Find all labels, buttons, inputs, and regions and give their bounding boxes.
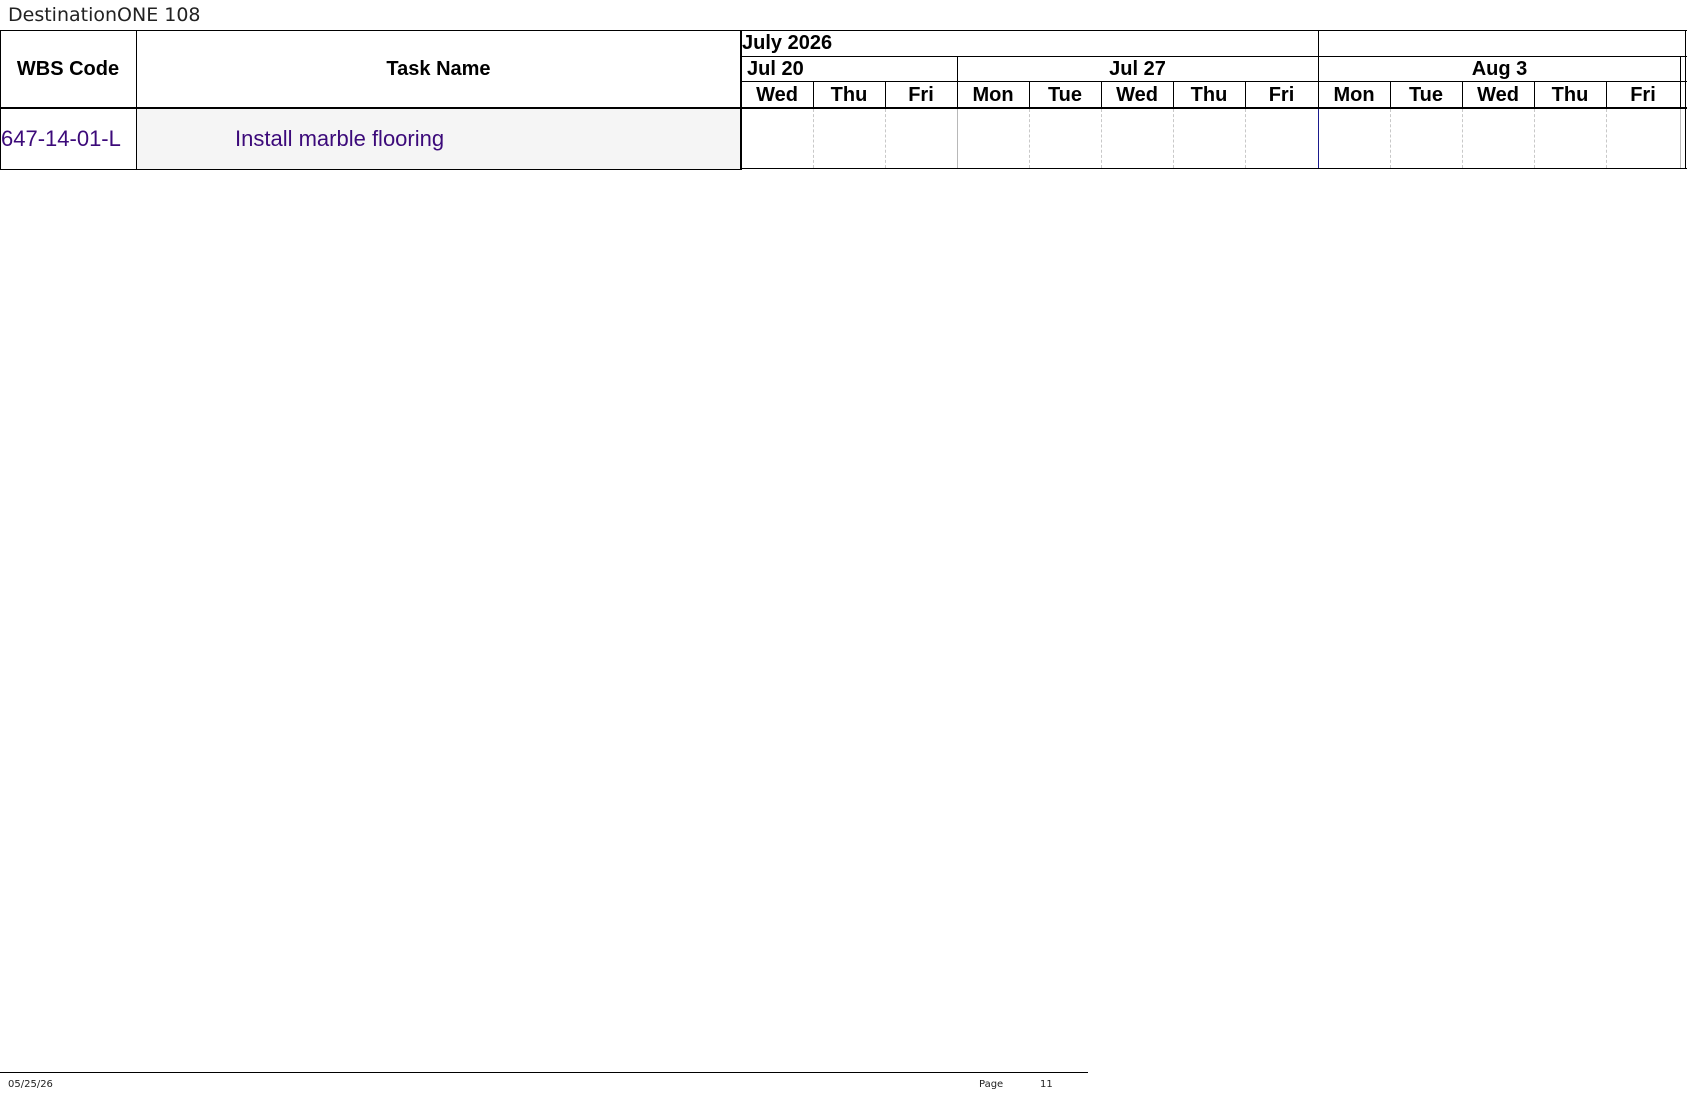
day-label: Fri <box>908 83 934 106</box>
footer-page-label: Page <box>979 1079 1004 1090</box>
chart-bottom-border <box>741 168 1687 169</box>
week-gridline <box>1318 109 1319 168</box>
chart-right-edge <box>1685 30 1686 169</box>
day-gridline <box>1173 109 1174 168</box>
day-gridline <box>1101 109 1102 168</box>
day-label: Fri <box>1630 83 1656 106</box>
day-gridline <box>1606 109 1607 168</box>
day-gridline <box>1245 109 1246 168</box>
day-header-divider <box>1534 81 1535 108</box>
week-divider-2 <box>1318 56 1319 82</box>
day-header-divider <box>1101 81 1102 108</box>
day-header-divider <box>813 81 814 108</box>
day-label: Fri <box>1268 83 1295 106</box>
left-pane-bottom-border <box>0 169 741 170</box>
day-label: Mon <box>972 83 1014 106</box>
day-gridline <box>1029 109 1030 168</box>
day-gridline <box>813 109 814 168</box>
document-title: DestinationONE 108 <box>8 4 201 26</box>
day-header-divider <box>1173 81 1174 108</box>
week-label-aug-3: Aug 3 <box>1471 57 1528 80</box>
day-header-divider <box>1606 81 1607 108</box>
day-header-divider <box>1245 81 1246 108</box>
day-gridline <box>885 109 886 168</box>
day-header-divider <box>957 81 958 108</box>
month-label: July 2026 <box>742 31 833 54</box>
week-tier-bottom-line <box>741 81 1687 82</box>
day-label: Wed <box>1477 83 1519 106</box>
table-row-wbs-code[interactable]: 647-14-01-L <box>1 108 136 169</box>
day-label: Thu <box>1190 83 1228 106</box>
week-divider-1 <box>957 56 958 82</box>
footer-date: 05/25/26 <box>8 1079 53 1090</box>
day-header-divider <box>1462 81 1463 108</box>
week-divider-3 <box>1680 56 1681 82</box>
week-label-jul-27: Jul 27 <box>1109 57 1166 80</box>
week-gridline <box>1680 109 1681 168</box>
day-label: Wed <box>756 83 798 106</box>
month-tier-divider <box>1318 30 1319 57</box>
day-gridline <box>1534 109 1535 168</box>
day-label: Wed <box>1116 83 1158 106</box>
day-gridline <box>1390 109 1391 168</box>
task-name-header: Task Name <box>386 58 491 80</box>
day-header-divider <box>1680 81 1681 108</box>
day-header-divider <box>885 81 886 108</box>
day-label: Thu <box>830 83 868 106</box>
week-label-jul-20: Jul 20 <box>747 57 804 80</box>
day-header-divider <box>1390 81 1391 108</box>
day-label: Tue <box>1047 83 1083 106</box>
footer-page-number: 11 <box>1040 1079 1053 1090</box>
wbs-code-header: WBS Code <box>16 58 120 80</box>
day-gridline <box>1462 109 1463 168</box>
day-header-divider <box>1029 81 1030 108</box>
footer-rule <box>0 1072 1088 1073</box>
day-label: Mon <box>1333 83 1375 106</box>
day-header-divider <box>1318 81 1319 108</box>
day-label: Thu <box>1551 83 1589 106</box>
table-row-task-name[interactable]: Install marble flooring <box>235 108 444 169</box>
week-gridline <box>957 109 958 168</box>
day-label: Tue <box>1408 83 1444 106</box>
